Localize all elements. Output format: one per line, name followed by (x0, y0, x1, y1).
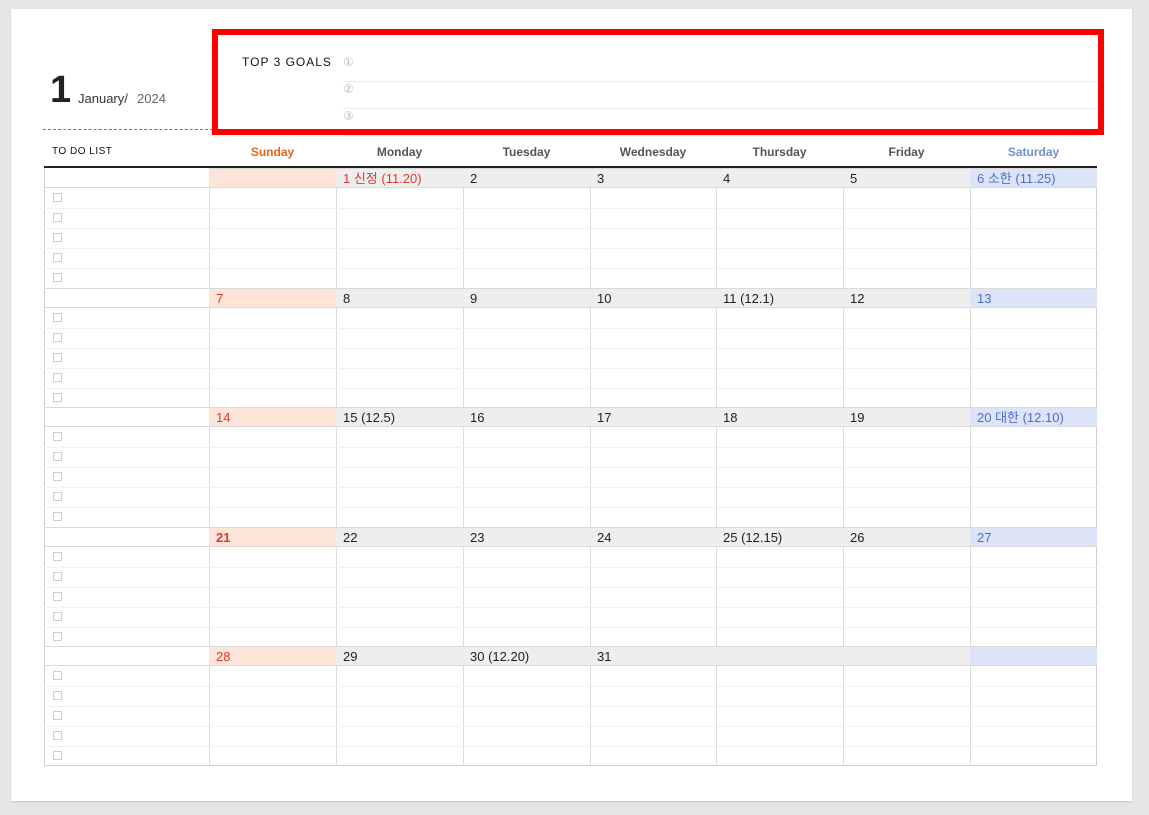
day-cell-date[interactable]: 9 (463, 288, 590, 308)
day-cell-date[interactable]: 20 대한 (12.10) (970, 407, 1097, 427)
todo-week-header (44, 288, 209, 308)
row-guide-line (44, 706, 1097, 707)
day-cell-date[interactable]: 22 (336, 527, 463, 547)
day-cell-date[interactable] (716, 646, 843, 666)
day-cell-date[interactable]: 5 (843, 168, 970, 188)
day-cell-date[interactable]: 18 (716, 407, 843, 427)
row-guide-line (44, 686, 1097, 687)
row-guide-line (44, 328, 1097, 329)
weekday-header-wednesday: Wednesday (619, 145, 687, 159)
todo-list-heading: TO DO LIST (52, 146, 113, 157)
weekday-header-saturday: Saturday (1007, 145, 1060, 159)
todo-week-header (44, 168, 209, 188)
weekday-header-sunday: Sunday (250, 145, 295, 159)
day-cell-date[interactable]: 13 (970, 288, 1097, 308)
todo-checkbox[interactable] (53, 373, 62, 382)
row-guide-line (44, 208, 1097, 209)
month-number: 1 (50, 69, 72, 111)
day-cell-date[interactable]: 26 (843, 527, 970, 547)
todo-checkbox[interactable] (53, 671, 62, 680)
day-cell-date[interactable]: 4 (716, 168, 843, 188)
day-cell-date[interactable]: 21 (209, 527, 336, 547)
day-cell-date[interactable]: 17 (590, 407, 716, 427)
row-guide-line (44, 607, 1097, 608)
day-cell-date[interactable] (843, 646, 970, 666)
day-cell-date[interactable]: 12 (843, 288, 970, 308)
day-cell-date[interactable]: 30 (12.20) (463, 646, 590, 666)
row-guide-line (44, 627, 1097, 628)
todo-checkbox[interactable] (53, 313, 62, 322)
day-cell-date[interactable]: 7 (209, 288, 336, 308)
day-cell-date[interactable]: 19 (843, 407, 970, 427)
todo-checkbox[interactable] (53, 472, 62, 481)
todo-checkbox[interactable] (53, 432, 62, 441)
weekday-header-thursday: Thursday (752, 145, 807, 159)
weekday-header-tuesday: Tuesday (502, 145, 551, 159)
goals-highlight-box (212, 29, 1104, 135)
todo-checkbox[interactable] (53, 592, 62, 601)
weekday-header-monday: Monday (376, 145, 423, 159)
row-guide-line (44, 368, 1097, 369)
day-cell-date[interactable]: 14 (209, 407, 336, 427)
day-cell-date[interactable]: 10 (590, 288, 716, 308)
day-cell-date[interactable]: 11 (12.1) (716, 288, 843, 308)
row-guide-line (44, 388, 1097, 389)
row-guide-line (44, 248, 1097, 249)
row-guide-line (44, 228, 1097, 229)
row-guide-line (44, 587, 1097, 588)
day-cell-date[interactable]: 27 (970, 527, 1097, 547)
todo-checkbox[interactable] (53, 253, 62, 262)
day-cell-date[interactable]: 28 (209, 646, 336, 666)
day-cell-date[interactable]: 3 (590, 168, 716, 188)
day-cell-date[interactable] (970, 646, 1097, 666)
todo-week-header (44, 646, 209, 666)
todo-checkbox[interactable] (53, 213, 62, 222)
row-guide-line (44, 348, 1097, 349)
day-cell-date[interactable]: 25 (12.15) (716, 527, 843, 547)
todo-checkbox[interactable] (53, 333, 62, 342)
day-cell-date[interactable]: 2 (463, 168, 590, 188)
row-guide-line (44, 268, 1097, 269)
todo-checkbox[interactable] (53, 273, 62, 282)
day-cell-date[interactable]: 24 (590, 527, 716, 547)
weekday-header-friday: Friday (888, 145, 925, 159)
day-cell-date[interactable]: 15 (12.5) (336, 407, 463, 427)
day-cell-date[interactable] (209, 168, 336, 188)
todo-week-header (44, 407, 209, 427)
todo-checkbox[interactable] (53, 572, 62, 581)
day-cell-date[interactable]: 16 (463, 407, 590, 427)
year-label: 2024 (137, 91, 166, 106)
todo-checkbox[interactable] (53, 492, 62, 501)
todo-checkbox[interactable] (53, 552, 62, 561)
row-guide-line (44, 467, 1097, 468)
day-cell-date[interactable]: 6 소한 (11.25) (970, 168, 1097, 188)
row-guide-line (44, 726, 1097, 727)
day-cell-date[interactable]: 31 (590, 646, 716, 666)
day-cell-date[interactable]: 23 (463, 527, 590, 547)
day-cell-date[interactable]: 8 (336, 288, 463, 308)
row-guide-line (44, 447, 1097, 448)
todo-checkbox[interactable] (53, 193, 62, 202)
todo-checkbox[interactable] (53, 751, 62, 760)
day-cell-date[interactable]: 29 (336, 646, 463, 666)
month-name: January/ (78, 91, 128, 106)
todo-checkbox[interactable] (53, 512, 62, 521)
todo-checkbox[interactable] (53, 452, 62, 461)
row-guide-line (44, 507, 1097, 508)
todo-checkbox[interactable] (53, 731, 62, 740)
row-guide-line (44, 487, 1097, 488)
todo-checkbox[interactable] (53, 691, 62, 700)
todo-checkbox[interactable] (53, 632, 62, 641)
todo-checkbox[interactable] (53, 612, 62, 621)
todo-checkbox[interactable] (53, 711, 62, 720)
day-cell-date[interactable]: 1 신정 (11.20) (336, 168, 463, 188)
row-guide-line (44, 567, 1097, 568)
todo-checkbox[interactable] (53, 393, 62, 402)
divider-left (43, 129, 213, 130)
todo-checkbox[interactable] (53, 353, 62, 362)
todo-checkbox[interactable] (53, 233, 62, 242)
row-guide-line (44, 746, 1097, 747)
todo-week-header (44, 527, 209, 547)
